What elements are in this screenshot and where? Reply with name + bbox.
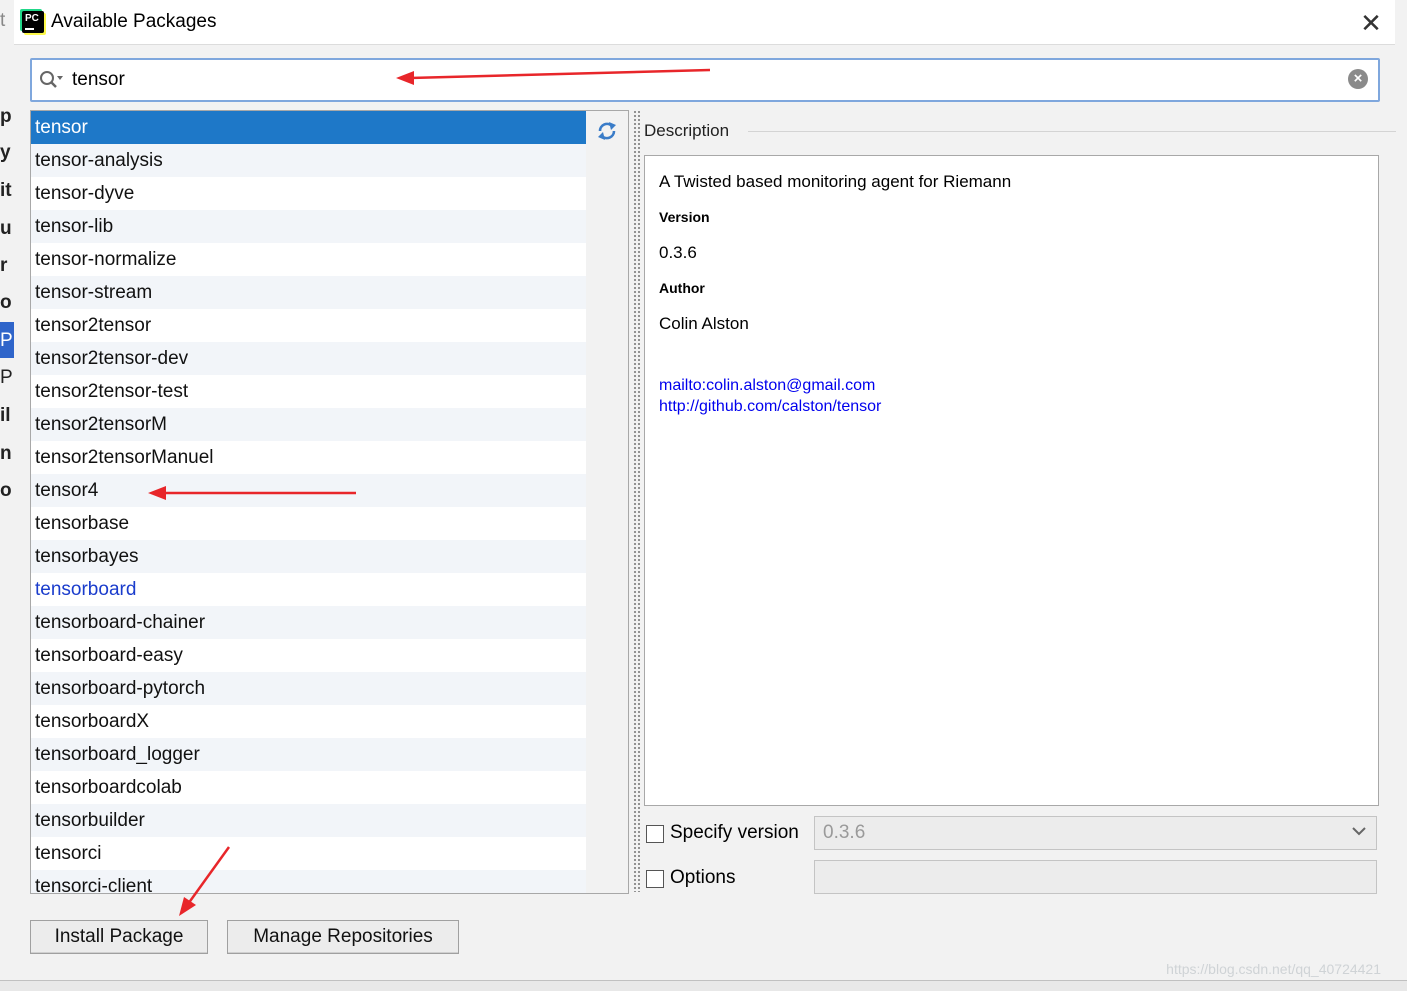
package-list-item[interactable]: tensorboard-pytorch [31, 672, 587, 705]
background-text-fragment: it [0, 180, 12, 201]
package-list-item[interactable]: tensor2tensorManuel [31, 441, 587, 474]
background-text-fragment: n [0, 443, 12, 464]
package-summary: A Twisted based monitoring agent for Rie… [659, 172, 1012, 191]
reload-list-icon[interactable] [595, 119, 619, 143]
chevron-down-icon [1352, 827, 1366, 836]
background-text-fragment: il [0, 405, 11, 426]
background-text-fragment: P [0, 367, 13, 388]
search-input[interactable] [70, 66, 1334, 94]
title-bar: PC Available Packages ✕ [14, 0, 1395, 45]
package-list-item[interactable]: tensor-stream [31, 276, 587, 309]
package-list-item[interactable]: tensor2tensor [31, 309, 587, 342]
package-list-item[interactable]: tensor [31, 111, 587, 144]
background-text-fragment: p [0, 106, 12, 127]
package-list-item[interactable]: tensor2tensor-dev [31, 342, 587, 375]
close-button[interactable]: ✕ [1356, 8, 1386, 38]
background-ide-statusbar [0, 980, 1407, 991]
package-list: tensor tensor-analysis tensor-dyve tensor-l… [30, 110, 588, 894]
background-text-fragment: r [0, 255, 8, 276]
background-ide-panel: t p y it u r o P P il n o [0, 0, 15, 990]
background-text-fragment: o [0, 292, 12, 313]
package-list-item[interactable]: tensorboardX [31, 705, 587, 738]
background-text-fragment: y [0, 142, 11, 163]
author-heading: Author [659, 280, 705, 296]
window-title: Available Packages [51, 11, 217, 32]
package-list-item[interactable]: tensor2tensorM [31, 408, 587, 441]
specify-version-label[interactable]: Specify version [670, 822, 799, 844]
package-list-item[interactable]: tensor2tensor-test [31, 375, 587, 408]
package-list-item[interactable]: tensorboard_logger [31, 738, 587, 771]
package-list-item[interactable]: tensorbase [31, 507, 587, 540]
version-value: 0.3.6 [659, 243, 697, 262]
description-label: Description [644, 121, 730, 140]
background-text-fragment: P [0, 330, 13, 351]
version-heading: Version [659, 209, 710, 225]
package-list-item[interactable]: tensorboardcolab [31, 771, 587, 804]
homepage-link[interactable]: http://github.com/calston/tensor [659, 398, 881, 416]
package-list-item[interactable]: tensorbayes [31, 540, 587, 573]
background-text-fragment: t [0, 10, 6, 31]
options-checkbox[interactable] [646, 870, 664, 888]
package-list-item[interactable]: tensorboard-easy [31, 639, 587, 672]
options-label[interactable]: Options [670, 867, 735, 889]
available-packages-dialog: PC Available Packages ✕ × tensortensor-a… [14, 0, 1396, 980]
version-dropdown-value: 0.3.6 [823, 822, 866, 843]
search-icon[interactable] [38, 69, 64, 91]
package-list-item[interactable]: tensorci [31, 837, 587, 870]
email-link[interactable]: mailto:colin.alston@gmail.com [659, 377, 875, 395]
manage-repositories-button[interactable]: Manage Repositories [227, 920, 459, 954]
package-list-item[interactable]: tensorci-client [31, 870, 587, 893]
pycharm-logo-icon: PC [22, 11, 44, 33]
description-panel: A Twisted based monitoring agent for Rie… [644, 155, 1379, 806]
panel-splitter[interactable] [633, 110, 641, 892]
options-input[interactable] [814, 860, 1377, 894]
specify-version-checkbox[interactable] [646, 825, 664, 843]
package-list-item[interactable]: tensor-analysis [31, 144, 587, 177]
version-dropdown[interactable]: 0.3.6 [814, 816, 1377, 850]
background-text-fragment: o [0, 480, 12, 501]
package-list-item[interactable]: tensor-normalize [31, 243, 587, 276]
package-list-item[interactable]: tensor-lib [31, 210, 587, 243]
author-value: Colin Alston [659, 314, 749, 333]
package-list-item[interactable]: tensor-dyve [31, 177, 587, 210]
package-list-item[interactable]: tensorbuilder [31, 804, 587, 837]
package-list-item[interactable]: tensorboard-chainer [31, 606, 587, 639]
clear-search-icon[interactable]: × [1348, 69, 1368, 89]
background-ide-right-panel [1394, 0, 1407, 990]
install-package-button[interactable]: Install Package [30, 920, 208, 954]
package-list-item[interactable]: tensor4 [31, 474, 587, 507]
list-toolbar [586, 110, 629, 894]
search-field[interactable]: × [30, 58, 1380, 102]
description-divider [748, 131, 1396, 132]
watermark: https://blog.csdn.net/qq_40724421 [1166, 961, 1381, 977]
background-text-fragment: u [0, 218, 12, 239]
package-list-item[interactable]: tensorboard [31, 573, 587, 606]
